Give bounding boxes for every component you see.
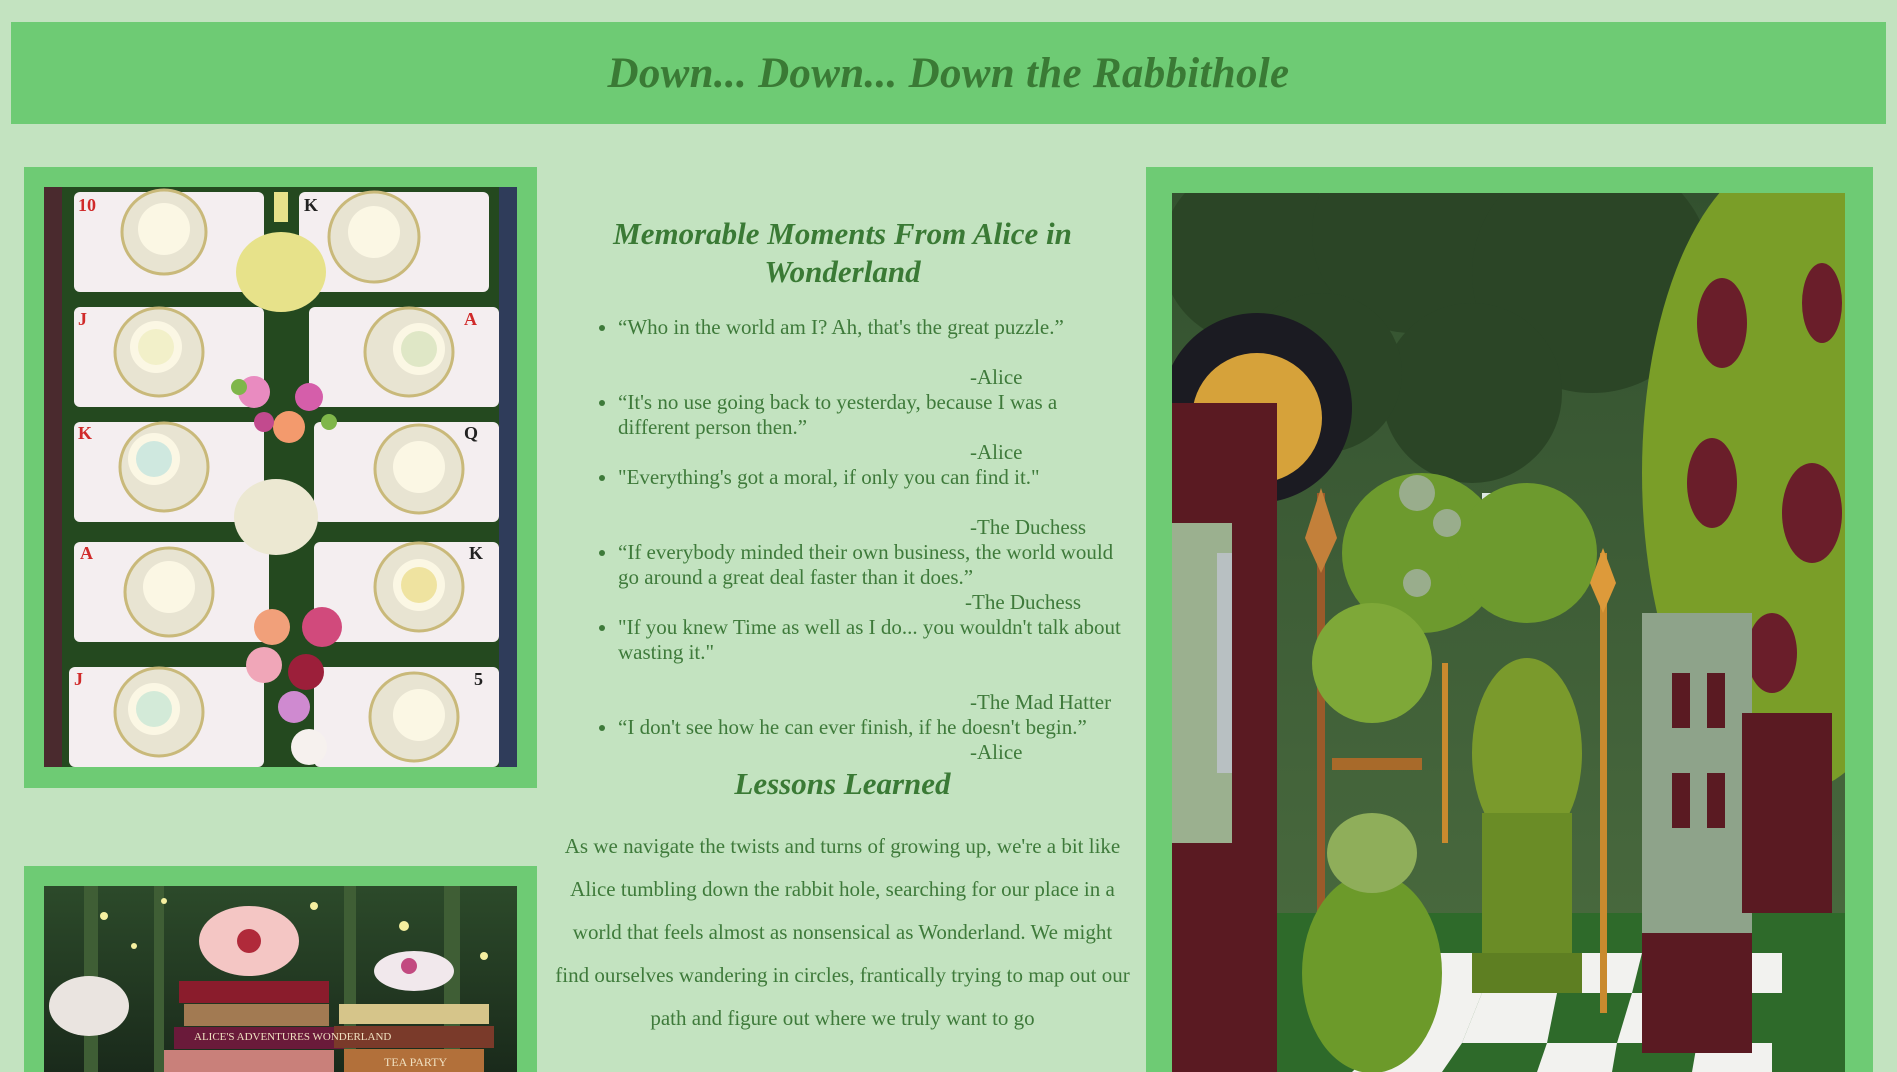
svg-text:K: K (469, 543, 483, 563)
quote-item: "Everything's got a moral, if only you c… (618, 465, 1130, 540)
svg-text:TEA PARTY: TEA PARTY (384, 1055, 448, 1069)
svg-text:ALICE'S ADVENTURES WONDERLAND: ALICE'S ADVENTURES WONDERLAND (194, 1031, 391, 1043)
quote-item: “I don't see how he can ever finish, if … (618, 715, 1130, 765)
svg-text:5: 5 (474, 669, 483, 689)
quote-author: -Alice (970, 440, 1023, 464)
page-header: Down... Down... Down the Rabbithole (11, 22, 1886, 124)
teapots-books-frame: ALICE'S ADVENTURES WONDERLAND TEA PARTY (24, 866, 537, 1072)
quote-author: -Alice (970, 365, 1023, 389)
quote-item: “It's no use going back to yesterday, be… (618, 390, 1130, 465)
svg-text:J: J (74, 669, 83, 689)
lessons-paragraph: As we navigate the twists and turns of g… (555, 834, 1130, 1030)
moments-heading: Memorable Moments From Alice in Wonderla… (613, 216, 1072, 289)
svg-text:A: A (80, 543, 93, 563)
topiary-frame (1146, 167, 1873, 1072)
topiary-image (1172, 193, 1845, 1072)
svg-text:A: A (464, 309, 477, 329)
svg-text:K: K (78, 423, 92, 443)
quote-text: “If everybody minded their own business,… (618, 540, 1114, 589)
svg-text:10: 10 (78, 195, 96, 215)
tea-cards-image: 10 J K A J A K Q K 5 (44, 187, 517, 767)
quote-item: "If you knew Time as well as I do... you… (618, 615, 1130, 715)
quote-text: “It's no use going back to yesterday, be… (618, 390, 1058, 439)
quote-author: -The Duchess (970, 515, 1087, 539)
svg-text:K: K (304, 195, 318, 215)
quote-author: -The Duchess (965, 590, 1082, 614)
quote-list: “Who in the world am I? Ah, that's the g… (555, 315, 1130, 765)
center-content: Memorable Moments From Alice in Wonderla… (555, 215, 1130, 1040)
svg-text:Q: Q (464, 423, 478, 443)
quote-item: “If everybody minded their own business,… (618, 540, 1130, 615)
quote-author: -Alice (970, 740, 1023, 764)
page-title: Down... Down... Down the Rabbithole (607, 49, 1290, 97)
quote-text: "Everything's got a moral, if only you c… (618, 465, 1040, 489)
teapots-books-image: ALICE'S ADVENTURES WONDERLAND TEA PARTY (44, 886, 517, 1072)
quote-item: “Who in the world am I? Ah, that's the g… (618, 315, 1130, 390)
svg-text:J: J (78, 309, 87, 329)
quote-text: “Who in the world am I? Ah, that's the g… (618, 315, 1064, 339)
quote-author: -The Mad Hatter (970, 690, 1112, 714)
quote-text: “I don't see how he can ever finish, if … (618, 715, 1087, 739)
quote-text: "If you knew Time as well as I do... you… (618, 615, 1121, 664)
lessons-heading: Lessons Learned (734, 766, 951, 801)
tea-cards-frame: 10 J K A J A K Q K 5 (24, 167, 537, 788)
